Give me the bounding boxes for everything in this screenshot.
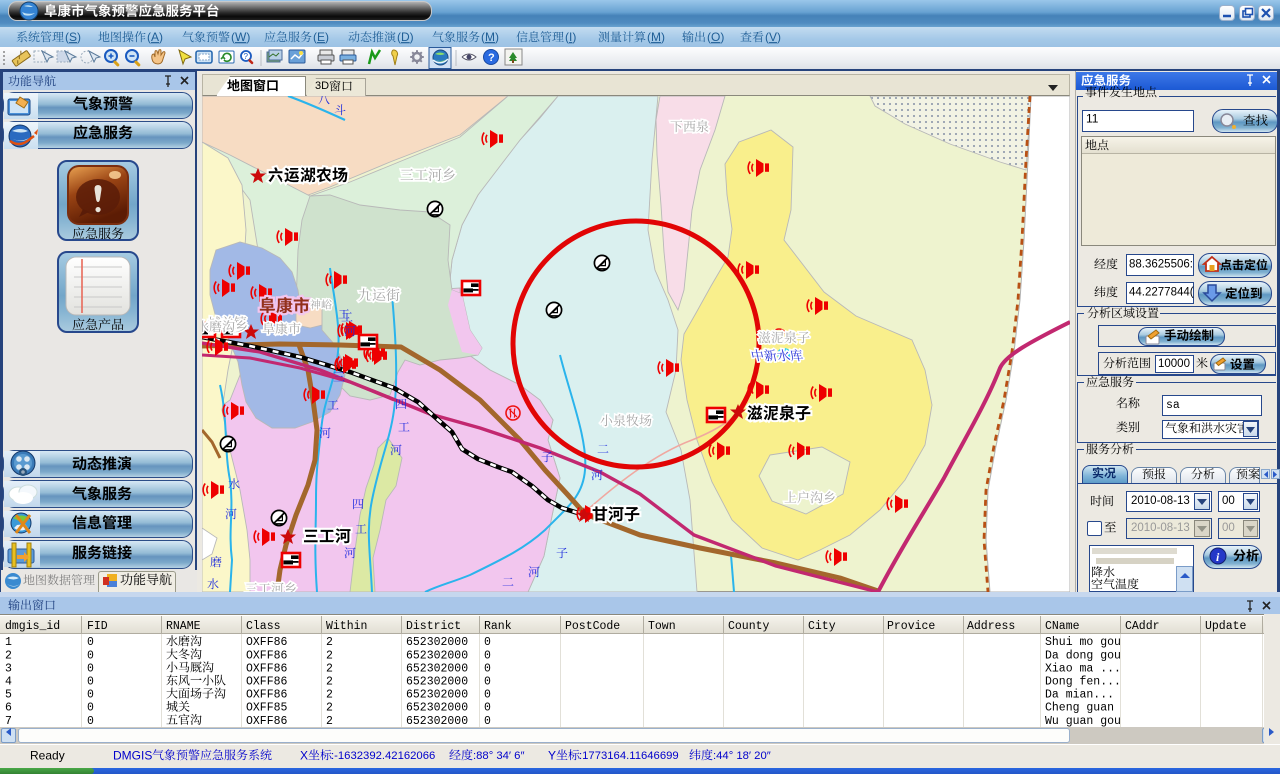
svg-text:00: 00: [1222, 522, 1235, 534]
svg-text:Town: Town: [648, 620, 676, 633]
svg-text:0: 0: [87, 702, 94, 715]
svg-text:OXFF86: OXFF86: [246, 715, 288, 728]
svg-text:X: X: [300, 749, 308, 763]
svg-text:10000: 10000: [1158, 358, 1190, 370]
svg-text:0: 0: [87, 662, 94, 675]
svg-text:OXFF86: OXFF86: [246, 662, 288, 675]
svg-text:652302000: 652302000: [406, 636, 468, 649]
svg-text:2: 2: [326, 689, 333, 702]
svg-text:OXFF86: OXFF86: [246, 676, 288, 689]
svg-text:2: 2: [326, 715, 333, 728]
svg-text:0: 0: [484, 715, 491, 728]
svg-text:0: 0: [87, 689, 94, 702]
svg-text:652302000: 652302000: [406, 662, 468, 675]
svg-text:652302000: 652302000: [406, 702, 468, 715]
svg-text:652302000: 652302000: [406, 676, 468, 689]
svg-text:2010-08-13: 2010-08-13: [1131, 495, 1190, 507]
svg-text:OXFF86: OXFF86: [246, 689, 288, 702]
svg-text:0: 0: [484, 649, 491, 662]
svg-text:RNAME: RNAME: [166, 620, 201, 633]
svg-text:0: 0: [87, 636, 94, 649]
svg-text:Ready: Ready: [30, 749, 65, 763]
svg-text:4: 4: [5, 676, 12, 689]
svg-text:Da dong gou: Da dong gou: [1045, 649, 1121, 662]
svg-text:1: 1: [5, 636, 12, 649]
svg-text:City: City: [808, 620, 836, 633]
svg-text:Dong fen...: Dong fen...: [1045, 676, 1121, 689]
svg-text:OXFF85: OXFF85: [246, 702, 288, 715]
svg-text:00: 00: [1222, 495, 1235, 507]
svg-text:652302000: 652302000: [406, 715, 468, 728]
svg-text:Rank: Rank: [484, 620, 512, 633]
svg-text::1773164.11646699: :1773164.11646699: [579, 750, 679, 762]
svg-text:PostCode: PostCode: [565, 620, 620, 633]
svg-text:2: 2: [326, 702, 333, 715]
svg-text:Wu guan gou: Wu guan gou: [1045, 715, 1121, 728]
svg-text:DMGIS: DMGIS: [113, 749, 152, 763]
svg-text:88.3625506:: 88.3625506:: [1129, 259, 1193, 271]
svg-text:?: ?: [488, 52, 495, 64]
svg-text:CAddr: CAddr: [1125, 620, 1160, 633]
svg-text:0: 0: [484, 662, 491, 675]
svg-text:Xiao ma ...: Xiao ma ...: [1045, 662, 1121, 675]
svg-text:Class: Class: [246, 620, 281, 633]
svg-text:6: 6: [5, 702, 12, 715]
svg-text:Shui mo gou: Shui mo gou: [1045, 636, 1121, 649]
svg-text:Update: Update: [1205, 620, 1247, 633]
svg-text:OXFF86: OXFF86: [246, 636, 288, 649]
svg-text:3D: 3D: [315, 80, 329, 92]
svg-text:sa: sa: [1166, 399, 1180, 412]
svg-text:County: County: [728, 620, 770, 633]
svg-text:652302000: 652302000: [406, 649, 468, 662]
svg-text:(O): (O): [707, 30, 724, 44]
svg-text:2: 2: [326, 662, 333, 675]
svg-text:2: 2: [326, 649, 333, 662]
svg-text:0: 0: [484, 702, 491, 715]
svg-text:District: District: [406, 620, 461, 633]
svg-text:3: 3: [5, 662, 12, 675]
svg-text:(W): (W): [231, 30, 250, 44]
svg-text:Address: Address: [967, 620, 1015, 633]
svg-text:(V): (V): [765, 30, 781, 44]
svg-text:0: 0: [484, 676, 491, 689]
svg-text::88° 34′ 6″: :88° 34′ 6″: [473, 750, 524, 762]
svg-text:dmgis_id: dmgis_id: [5, 620, 60, 633]
svg-text:(A): (A): [147, 30, 163, 44]
svg-text::44° 18′ 20″: :44° 18′ 20″: [713, 750, 771, 762]
svg-text:(S): (S): [65, 30, 81, 44]
svg-text:Provice: Provice: [887, 620, 935, 633]
svg-text:FID: FID: [87, 620, 108, 633]
svg-text:0: 0: [87, 676, 94, 689]
svg-text:CName: CName: [1045, 620, 1080, 633]
svg-text:2010-08-13: 2010-08-13: [1131, 522, 1190, 534]
svg-text:2: 2: [5, 649, 12, 662]
svg-text:Da mian...: Da mian...: [1045, 689, 1114, 702]
svg-text:?: ?: [244, 52, 249, 61]
svg-text:(D): (D): [397, 30, 414, 44]
svg-text:0: 0: [484, 636, 491, 649]
svg-text:Within: Within: [326, 620, 367, 633]
svg-text:(M): (M): [481, 30, 499, 44]
svg-text:Cheng guan: Cheng guan: [1045, 702, 1114, 715]
svg-text:11: 11: [1086, 112, 1099, 126]
svg-text:2: 2: [326, 676, 333, 689]
svg-text::-1632392.42162066: :-1632392.42162066: [331, 750, 435, 762]
svg-text:652302000: 652302000: [406, 689, 468, 702]
svg-text:7: 7: [5, 715, 12, 728]
svg-text:0: 0: [87, 715, 94, 728]
svg-text:0: 0: [484, 689, 491, 702]
svg-text:5: 5: [5, 689, 12, 702]
svg-text:44.2277844(: 44.2277844(: [1129, 287, 1194, 299]
svg-text:0: 0: [87, 649, 94, 662]
svg-text:2: 2: [326, 636, 333, 649]
svg-text:Y: Y: [548, 749, 556, 763]
svg-text:(E): (E): [313, 30, 329, 44]
svg-text:(I): (I): [565, 30, 576, 44]
svg-text:OXFF86: OXFF86: [246, 649, 288, 662]
svg-text:(M): (M): [647, 30, 665, 44]
